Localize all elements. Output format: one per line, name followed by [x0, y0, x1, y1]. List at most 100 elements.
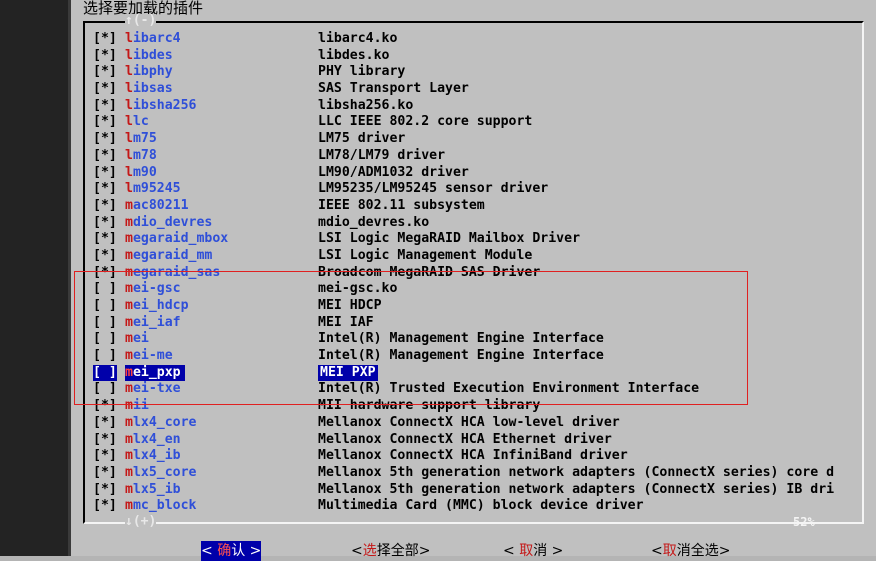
plugin-checkbox[interactable]: [ ]: [93, 315, 117, 332]
plugin-hotkey-letter: l: [125, 147, 133, 163]
plugin-name: mei-gsc: [125, 281, 181, 298]
plugin-hotkey-letter: m: [125, 398, 133, 414]
select-all-button[interactable]: <选择全部>: [351, 541, 430, 561]
plugin-description: PHY library: [318, 64, 406, 80]
plugin-hotkey-letter: m: [125, 298, 133, 313]
plugin-name: mei_pxp: [125, 364, 185, 382]
plugin-name: mac80211: [125, 198, 189, 215]
plugin-checkbox[interactable]: [*]: [93, 215, 117, 232]
plugin-name: mmc_block: [125, 498, 196, 515]
plugin-checkbox[interactable]: [*]: [93, 482, 117, 499]
plugin-name: mii: [125, 398, 149, 415]
plugin-checkbox[interactable]: [*]: [93, 398, 117, 415]
plugin-name: megaraid_mbox: [125, 231, 228, 248]
plugin-description: LM90/ADM1032 driver: [318, 164, 469, 180]
plugin-description: mdio_devres.ko: [318, 214, 430, 230]
plugin-hotkey-letter: m: [125, 448, 133, 464]
plugin-description: SAS Transport Layer: [318, 81, 469, 97]
plugin-name-rest: ii: [132, 398, 149, 414]
plugin-name: megaraid_sas: [125, 265, 220, 282]
plugin-description: Mellanox ConnectX HCA Ethernet driver: [318, 431, 612, 447]
plugin-description: LM95235/LM95245 sensor driver: [318, 181, 549, 197]
plugin-name-rest: lx4_ib: [132, 448, 181, 464]
plugin-checkbox[interactable]: [*]: [93, 198, 117, 215]
plugin-checkbox[interactable]: [ ]: [93, 348, 117, 365]
scroll-percent: 52%: [793, 515, 815, 529]
plugin-checkbox[interactable]: [*]: [93, 432, 117, 449]
plugin-description: LSI Logic Management Module: [318, 247, 533, 263]
plugin-name: libdes: [125, 48, 173, 65]
plugin-name-rest: lx4_en: [132, 431, 181, 447]
plugin-name-rest: dio_devres: [132, 214, 213, 230]
plugin-name: lm95245: [125, 181, 181, 198]
plugin-description: Multimedia Card (MMC) block device drive…: [318, 498, 644, 514]
plugin-checkbox[interactable]: [*]: [93, 81, 117, 98]
plugin-description: LM78/LM79 driver: [318, 147, 446, 163]
plugin-name: lm90: [125, 165, 157, 182]
plugin-name: mlx4_en: [125, 432, 181, 449]
plugin-name-rest: m75: [132, 131, 157, 147]
plugin-name-rest: ei_hdcp: [132, 298, 189, 313]
plugin-checkbox[interactable]: [ ]: [93, 281, 117, 298]
plugin-checkbox[interactable]: [ ]: [93, 381, 117, 398]
plugin-hotkey-letter: m: [125, 314, 133, 330]
plugin-name-rest: ei-txe: [132, 381, 181, 397]
plugin-hotkey-letter: m: [125, 364, 133, 380]
plugin-description: MII hardware support library: [318, 398, 541, 414]
plugin-hotkey-letter: m: [125, 464, 133, 480]
plugin-description: Mellanox ConnectX HCA low-level driver: [318, 414, 620, 430]
ok-button[interactable]: < 确认 >: [201, 541, 262, 561]
plugin-name: mei-txe: [125, 381, 181, 398]
plugin-name-rest: egaraid_mm: [132, 247, 213, 263]
plugin-description: libsha256.ko: [318, 97, 414, 113]
plugin-checkbox[interactable]: [*]: [93, 465, 117, 482]
plugin-checkbox[interactable]: [*]: [93, 231, 117, 248]
plugin-checkbox[interactable]: [*]: [93, 48, 117, 65]
plugin-description: Mellanox 5th generation network adapters…: [318, 464, 835, 480]
plugin-checkbox[interactable]: [*]: [93, 498, 117, 515]
plugin-checkbox[interactable]: [*]: [93, 265, 117, 282]
plugin-description: Mellanox ConnectX HCA InfiniBand driver: [318, 448, 628, 464]
plugin-name-rest: ei-me: [132, 348, 173, 364]
plugin-checkbox[interactable]: [*]: [93, 31, 117, 48]
plugin-hotkey-letter: m: [125, 431, 133, 447]
plugin-description: mei-gsc.ko: [318, 281, 398, 297]
plugin-checkbox[interactable]: [ ]: [93, 364, 117, 382]
plugin-description: Broadcom MegaRAID SAS Driver: [318, 264, 541, 280]
plugin-checkbox[interactable]: [ ]: [93, 331, 117, 348]
plugin-description: IEEE 802.11 subsystem: [318, 197, 485, 213]
plugin-checkbox[interactable]: [*]: [93, 448, 117, 465]
plugin-name-rest: ei-gsc: [132, 281, 181, 297]
plugin-description: MEI IAF: [318, 314, 374, 330]
plugin-name-rest: m78: [132, 147, 157, 163]
plugin-name-rest: ibphy: [132, 64, 173, 80]
plugin-checkbox[interactable]: [*]: [93, 181, 117, 198]
plugin-checkbox[interactable]: [*]: [93, 98, 117, 115]
plugin-hotkey-letter: m: [125, 331, 133, 347]
plugin-description: Mellanox 5th generation network adapters…: [318, 481, 835, 497]
plugin-description: libarc4.ko: [318, 31, 398, 46]
plugin-name-rest: egaraid_mbox: [132, 231, 229, 247]
plugin-checkbox[interactable]: [*]: [93, 131, 117, 148]
cancel-button[interactable]: < 取消 >: [503, 541, 563, 561]
plugin-name: mei-me: [125, 348, 173, 365]
scroll-down-indicator: ↓(+): [125, 514, 157, 529]
plugin-checkbox[interactable]: [*]: [93, 148, 117, 165]
plugin-checkbox[interactable]: [*]: [93, 64, 117, 81]
plugin-description: MEI PXP: [318, 364, 378, 382]
plugin-checkbox[interactable]: [*]: [93, 114, 117, 131]
plugin-name: libsas: [125, 81, 173, 98]
plugin-checkbox[interactable]: [*]: [93, 415, 117, 432]
deselect-all-button[interactable]: <取消全选>: [651, 541, 730, 561]
plugin-description: MEI HDCP: [318, 298, 382, 313]
plugin-name-rest: ei_iaf: [132, 314, 181, 330]
plugin-name: libarc4: [125, 31, 181, 48]
plugin-hotkey-letter: m: [125, 231, 133, 247]
plugin-checkbox[interactable]: [*]: [93, 165, 117, 182]
plugin-checkbox[interactable]: [*]: [93, 248, 117, 265]
plugin-description: LSI Logic MegaRAID Mailbox Driver: [318, 231, 581, 247]
plugin-hotkey-letter: l: [125, 97, 133, 113]
plugin-name: mlx5_core: [125, 465, 196, 482]
plugin-checkbox[interactable]: [ ]: [93, 298, 117, 315]
plugin-name-rest: ac80211: [132, 197, 189, 213]
